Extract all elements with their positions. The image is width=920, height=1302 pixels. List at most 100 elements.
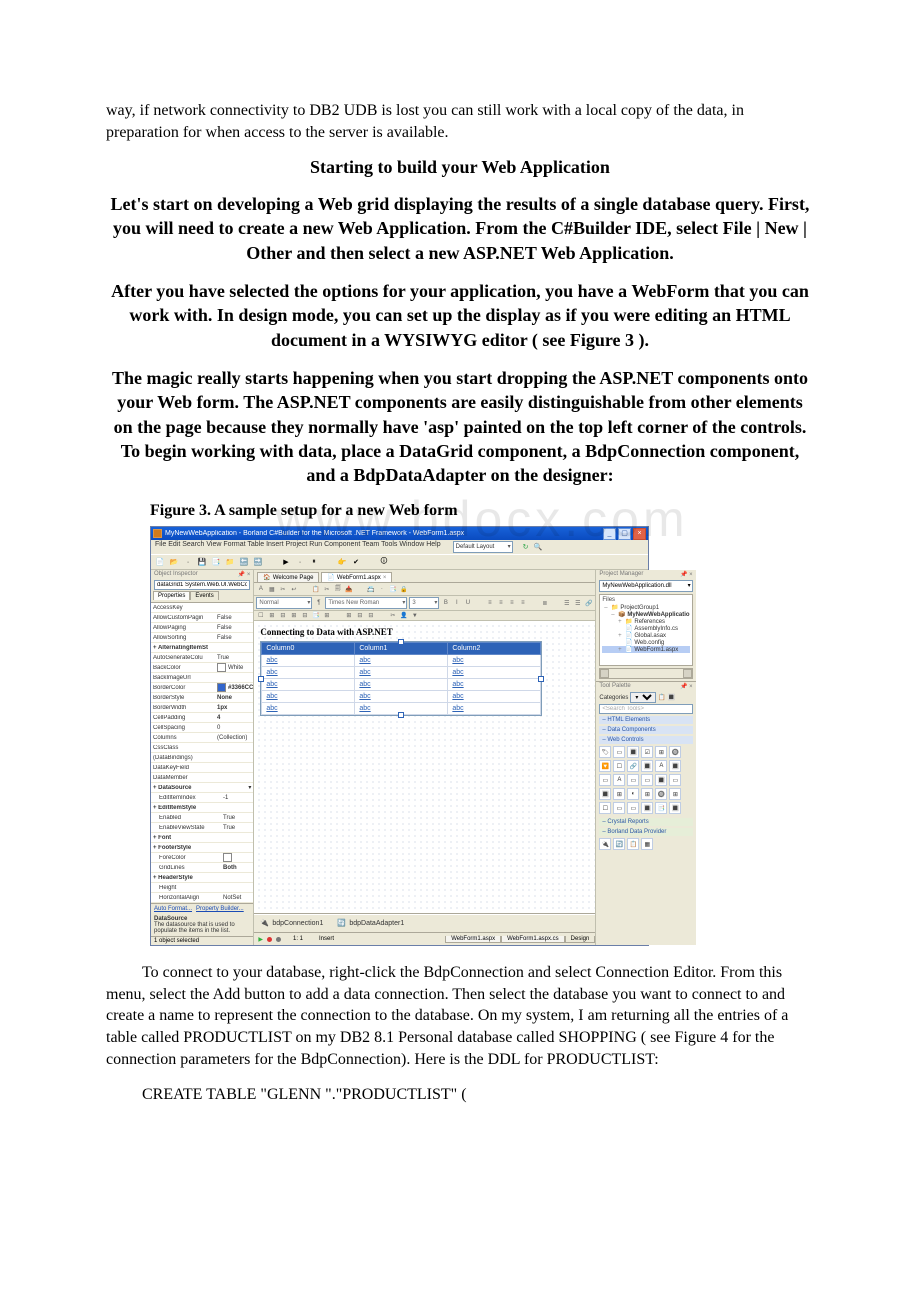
project-tree-item[interactable]: 📄Web.config — [602, 639, 689, 646]
format-button[interactable]: 🔗 — [584, 600, 593, 607]
toolbar-button[interactable]: 📁 — [224, 556, 236, 568]
table-toolbar-button[interactable]: ⊟ — [355, 612, 364, 619]
palette-tool[interactable]: 🔳 — [627, 746, 639, 758]
palette-tool[interactable]: ⊞ — [613, 788, 625, 800]
table-toolbar-button[interactable]: ⊞ — [344, 612, 353, 619]
document-tab[interactable]: 📄WebForm1.aspx× — [321, 572, 392, 582]
table-toolbar-button[interactable]: ⊟ — [366, 612, 375, 619]
palette-tool[interactable]: 🔳 — [669, 760, 681, 772]
panel-close-icon[interactable]: 📌 × — [238, 571, 251, 578]
layout-combo[interactable]: Default Layout — [453, 541, 513, 553]
table-toolbar-button[interactable]: 📑 — [311, 612, 320, 619]
project-files-panel[interactable]: Files –📁ProjectGroup1–📦MyNewWebApplicati… — [599, 594, 692, 666]
palette-tool[interactable]: ▭ — [613, 802, 625, 814]
format-button[interactable]: ✂ — [322, 586, 331, 593]
palette-grid-icon[interactable]: 🔳 — [668, 694, 675, 701]
tool-group-header[interactable]: – HTML Elements — [599, 716, 692, 724]
toolbar-button[interactable] — [364, 556, 376, 568]
project-tree-item[interactable]: +📄WebForm1.aspx — [602, 646, 689, 653]
project-tree-item[interactable]: –📦MyNewWebApplicatio — [602, 611, 689, 618]
palette-tool[interactable]: ▭ — [613, 746, 625, 758]
toolbar-button[interactable]: · — [182, 556, 194, 568]
tool-group-header[interactable]: – Web Controls — [599, 736, 692, 744]
palette-tool[interactable]: 🔳 — [669, 802, 681, 814]
property-value[interactable]: 4 — [215, 715, 253, 721]
palette-tool[interactable]: A — [655, 760, 667, 772]
format-button[interactable]: A — [256, 586, 265, 592]
table-toolbar-button[interactable]: ⊞ — [322, 612, 331, 619]
table-toolbar-button[interactable]: 👤 — [399, 612, 408, 619]
view-tab[interactable]: WebForm1.aspx.cs — [501, 936, 565, 943]
menu-item[interactable]: Window — [399, 541, 424, 548]
project-tree-item[interactable]: +📄Global.asax — [602, 632, 689, 639]
format-button[interactable]: ≡ — [485, 600, 494, 606]
format-button[interactable]: 📇 — [366, 586, 375, 593]
menu-item[interactable]: Search — [182, 541, 204, 548]
inspector-tab[interactable]: Events — [190, 591, 218, 600]
table-toolbar-button[interactable]: ⊟ — [278, 612, 287, 619]
palette-tool[interactable]: 🔳 — [599, 788, 611, 800]
menu-item[interactable]: Project — [286, 541, 308, 548]
resize-handle[interactable] — [398, 712, 404, 718]
palette-tool[interactable]: 🔽 — [599, 760, 611, 772]
toolbar-button[interactable]: · — [294, 556, 306, 568]
format-button[interactable]: ≣ — [540, 600, 549, 607]
horizontal-scrollbar[interactable] — [599, 668, 692, 679]
palette-tool[interactable]: ☐ — [599, 802, 611, 814]
menu-item[interactable]: File — [155, 541, 166, 548]
menu-item[interactable]: Help — [426, 541, 440, 548]
tray-component[interactable]: 🔄bdpDataAdapter1 — [337, 919, 404, 928]
palette-view-icon[interactable]: 📋 — [658, 694, 665, 701]
property-value[interactable]: White — [215, 663, 253, 672]
toolbar-button[interactable]: 📄 — [154, 556, 166, 568]
format-button[interactable]: I — [452, 600, 461, 606]
format-button[interactable]: ☰ — [562, 600, 571, 607]
format-button[interactable]: ▦ — [267, 586, 276, 593]
tool-search-input[interactable] — [599, 704, 692, 714]
size-dropdown[interactable]: 3 — [409, 597, 439, 609]
property-value[interactable] — [221, 853, 253, 862]
paragraph-icon[interactable]: ¶ — [314, 600, 323, 606]
font-dropdown[interactable]: Times New Roman — [325, 597, 407, 609]
toolbar-button[interactable]: ✔ — [350, 556, 362, 568]
toolbar-button[interactable]: 💾 — [196, 556, 208, 568]
format-button[interactable]: ≡ — [507, 600, 516, 606]
view-tab[interactable]: WebForm1.aspx — [445, 936, 501, 943]
table-toolbar-button[interactable]: ⊞ — [289, 612, 298, 619]
document-tab[interactable]: 🏠Welcome Page — [257, 572, 319, 582]
tool-group-header[interactable]: – Data Components — [599, 726, 692, 734]
property-value[interactable]: 0 — [215, 725, 253, 731]
toolbar-button[interactable] — [322, 556, 334, 568]
toolbar-button[interactable]: ▶ — [280, 556, 292, 568]
palette-tool[interactable]: 🔘 — [655, 788, 667, 800]
palette-tool[interactable]: ▭ — [599, 774, 611, 786]
table-toolbar-button[interactable]: ✂ — [388, 612, 397, 619]
menu-item[interactable]: Tools — [381, 541, 397, 548]
telemetry-icon[interactable]: ↻ — [523, 543, 532, 552]
property-value[interactable]: None — [215, 695, 253, 701]
menu-item[interactable]: Table — [247, 541, 264, 548]
table-toolbar-button[interactable]: ▼ — [410, 613, 419, 619]
format-button[interactable]: ≡ — [518, 600, 527, 606]
palette-tool[interactable]: 📋 — [627, 838, 639, 850]
property-value[interactable]: False — [215, 615, 253, 621]
project-tree-item[interactable]: 📄AssemblyInfo.cs — [602, 625, 689, 632]
style-dropdown[interactable]: Normal — [256, 597, 312, 609]
property-value[interactable]: (Collection) — [215, 735, 253, 741]
toolbar-button[interactable]: 👉 — [336, 556, 348, 568]
format-button[interactable]: 📑 — [388, 586, 397, 593]
toolbar-button[interactable]: 🔜 — [252, 556, 264, 568]
palette-tool[interactable]: 🔳 — [641, 802, 653, 814]
palette-tool[interactable]: ▦ — [641, 838, 653, 850]
property-value[interactable]: True — [221, 815, 253, 821]
format-button[interactable]: 📋 — [311, 586, 320, 593]
palette-tool[interactable]: 🔌 — [599, 838, 611, 850]
menu-item[interactable]: View — [206, 541, 221, 548]
panel-pin-icon[interactable]: 📌 × — [680, 571, 693, 578]
menu-item[interactable]: Team — [362, 541, 379, 548]
toolbar-button[interactable]: ⏸ — [308, 556, 320, 568]
menu-item[interactable]: Run — [309, 541, 322, 548]
palette-tool[interactable]: 🔳 — [641, 760, 653, 772]
close-button[interactable]: × — [633, 528, 646, 540]
palette-tool[interactable]: ▭ — [641, 774, 653, 786]
